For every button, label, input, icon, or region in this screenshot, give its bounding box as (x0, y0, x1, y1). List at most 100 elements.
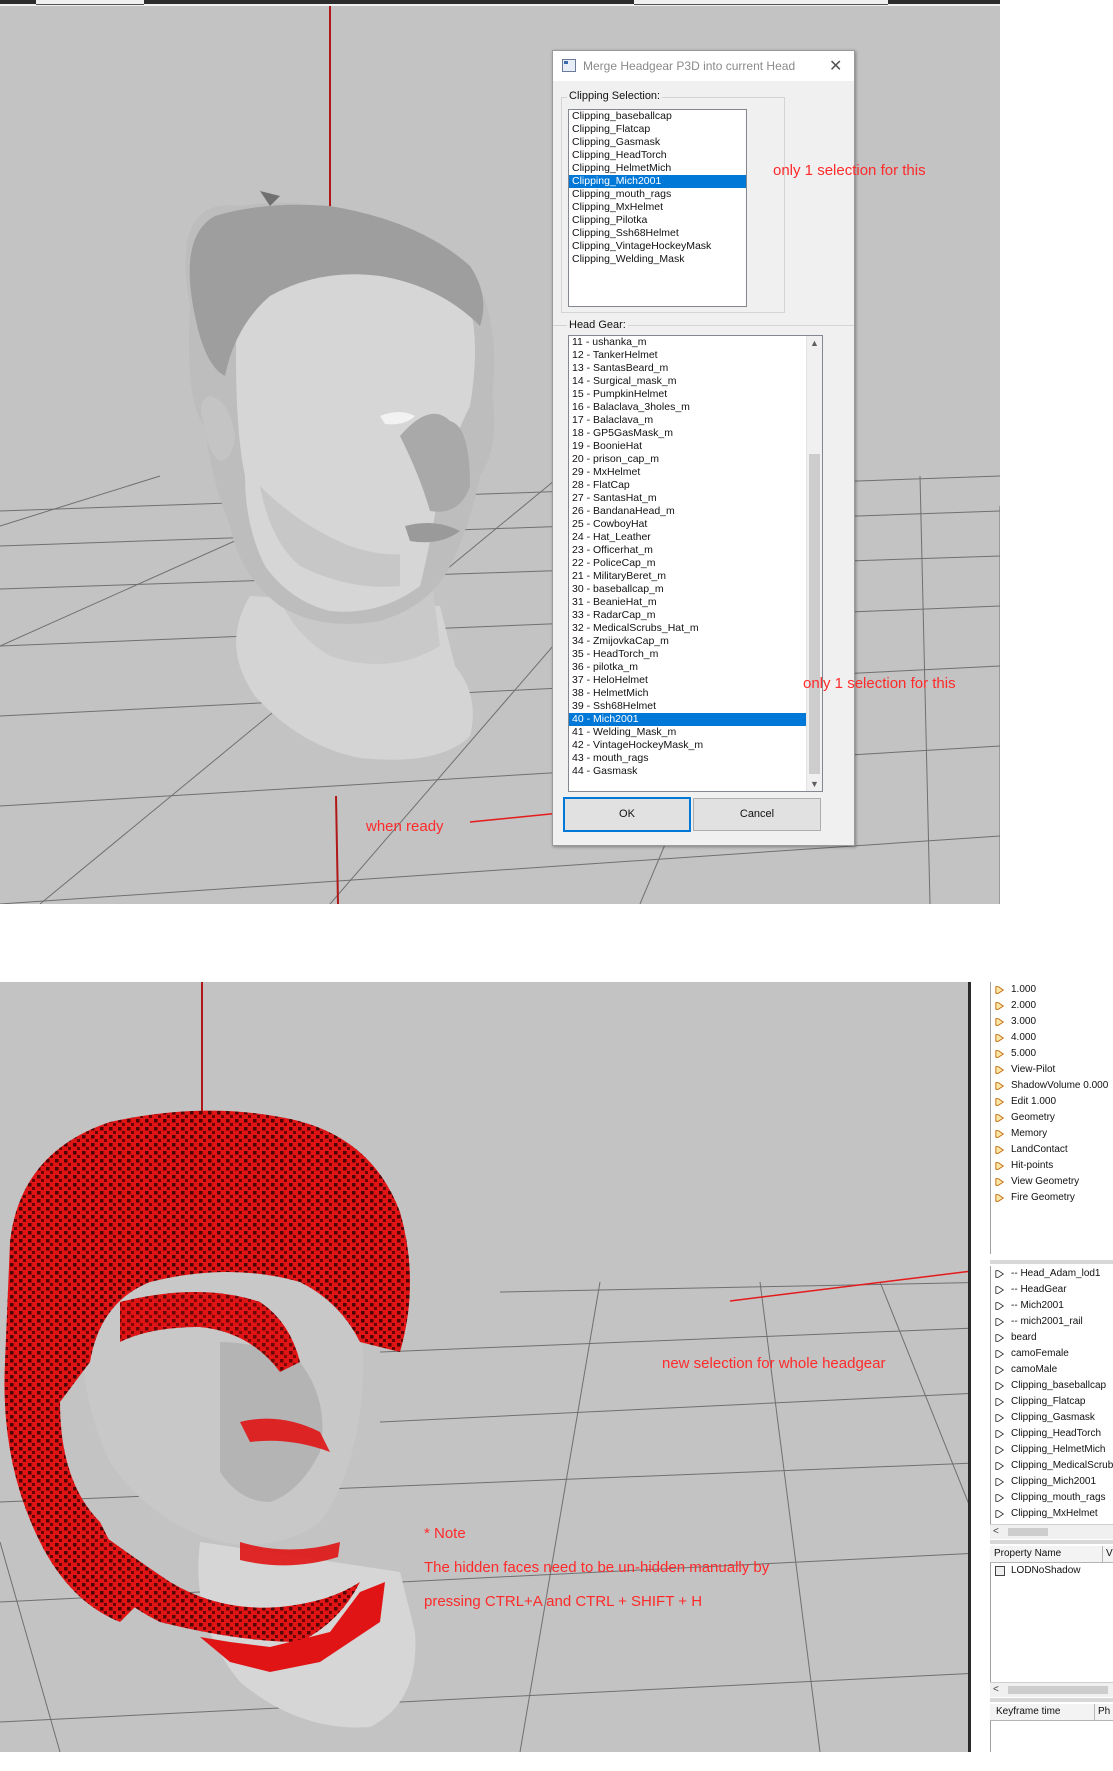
clipping-list-item[interactable]: Clipping_VintageHockeyMask (569, 240, 746, 253)
headgear-list-item[interactable]: 35 - HeadTorch_m (569, 648, 822, 661)
top-viewport[interactable]: Merge Headgear P3D into current Head ✕ C… (0, 6, 1000, 904)
clipping-list-item[interactable]: Clipping_Pilotka (569, 214, 746, 227)
selection-item[interactable]: -- Head_Adam_lod1 (991, 1266, 1113, 1282)
lod-item[interactable]: ShadowVolume 0.000 (991, 1078, 1113, 1094)
property-header[interactable]: Property Name V (990, 1546, 1113, 1563)
property-value-column[interactable]: V (1102, 1546, 1113, 1562)
selection-item[interactable]: Clipping_baseballcap (991, 1378, 1113, 1394)
clipping-list-item[interactable]: Clipping_Welding_Mask (569, 253, 746, 266)
panel-splitter[interactable] (990, 1260, 1113, 1264)
lod-item[interactable]: 2.000 (991, 998, 1113, 1014)
selection-hscroll[interactable]: < (990, 1524, 1113, 1539)
lod-item[interactable]: Hit-points (991, 1158, 1113, 1174)
headgear-list-item[interactable]: 17 - Balaclava_m (569, 414, 822, 427)
headgear-list-item[interactable]: 44 - Gasmask (569, 765, 822, 778)
headgear-list-item[interactable]: 36 - pilotka_m (569, 661, 822, 674)
headgear-list-item[interactable]: 23 - Officerhat_m (569, 544, 822, 557)
lod-item[interactable]: 5.000 (991, 1046, 1113, 1062)
selection-item[interactable]: Clipping_MxHelmet (991, 1506, 1113, 1522)
clipping-list-item[interactable]: Clipping_baseballcap (569, 110, 746, 123)
headgear-list-item[interactable]: 18 - GP5GasMask_m (569, 427, 822, 440)
headgear-list-item[interactable]: 30 - baseballcap_m (569, 583, 822, 596)
keyframe-list[interactable] (990, 1721, 1113, 1752)
headgear-list-item[interactable]: 13 - SantasBeard_m (569, 362, 822, 375)
property-name-column[interactable]: Property Name (990, 1548, 1061, 1559)
headgear-list-item[interactable]: 14 - Surgical_mask_m (569, 375, 822, 388)
lod-item[interactable]: Edit 1.000 (991, 1094, 1113, 1110)
selection-item[interactable]: camoMale (991, 1362, 1113, 1378)
clipping-list-item[interactable]: Clipping_Ssh68Helmet (569, 227, 746, 240)
headgear-list-item[interactable]: 41 - Welding_Mask_m (569, 726, 822, 739)
property-list[interactable]: LODNoShadow (990, 1563, 1113, 1683)
scroll-left-icon[interactable]: < (993, 1683, 999, 1697)
headgear-list-item[interactable]: 22 - PoliceCap_m (569, 557, 822, 570)
dialog-titlebar[interactable]: Merge Headgear P3D into current Head ✕ (553, 51, 854, 81)
selection-item[interactable]: Clipping_Flatcap (991, 1394, 1113, 1410)
clipping-list-item[interactable]: Clipping_Gasmask (569, 136, 746, 149)
scroll-left-icon[interactable]: < (993, 1525, 999, 1539)
headgear-listbox[interactable]: 11 - ushanka_m 12 - TankerHelmet 13 - Sant… (568, 335, 823, 792)
headgear-list-item[interactable]: 27 - SantasHat_m (569, 492, 822, 505)
headgear-list-item[interactable]: 31 - BeanieHat_m (569, 596, 822, 609)
clipping-list-item[interactable]: Clipping_HeadTorch (569, 149, 746, 162)
bottom-viewport[interactable]: new selection for whole headgear * Note … (0, 982, 1000, 1752)
clipping-list-item[interactable]: Clipping_Mich2001 (569, 175, 746, 188)
keyframe-phase-column[interactable]: Ph (1094, 1704, 1110, 1720)
headgear-list-item[interactable]: 12 - TankerHelmet (569, 349, 822, 362)
panel-splitter-2[interactable] (990, 1540, 1113, 1544)
selection-item[interactable]: -- HeadGear (991, 1282, 1113, 1298)
selection-item[interactable]: Clipping_Gasmask (991, 1410, 1113, 1426)
selection-list[interactable]: -- Head_Adam_lod1 -- HeadGear -- Mich2001 -… (990, 1266, 1113, 1536)
selection-item[interactable]: -- Mich2001 (991, 1298, 1113, 1314)
scroll-down-icon[interactable]: ▼ (807, 779, 822, 789)
headgear-list-item[interactable]: 29 - MxHelmet (569, 466, 822, 479)
cancel-button[interactable]: Cancel (693, 798, 821, 831)
lod-item[interactable]: 1.000 (991, 982, 1113, 998)
clipping-list-item[interactable]: Clipping_HelmetMich (569, 162, 746, 175)
clipping-list-item[interactable]: Clipping_MxHelmet (569, 201, 746, 214)
headgear-list-item[interactable]: 39 - Ssh68Helmet (569, 700, 822, 713)
lod-item[interactable]: View-Pilot (991, 1062, 1113, 1078)
lod-item[interactable]: Geometry (991, 1110, 1113, 1126)
headgear-list-item[interactable]: 21 - MilitaryBeret_m (569, 570, 822, 583)
clipping-listbox[interactable]: Clipping_baseballcap Clipping_Flatcap Clip… (568, 109, 747, 307)
selection-item[interactable]: camoFemale (991, 1346, 1113, 1362)
lod-item[interactable]: LandContact (991, 1142, 1113, 1158)
headgear-list-item[interactable]: 26 - BandanaHead_m (569, 505, 822, 518)
lod-item[interactable]: Memory (991, 1126, 1113, 1142)
selection-item[interactable]: Clipping_Mich2001 (991, 1474, 1113, 1490)
headgear-list-item[interactable]: 24 - Hat_Leather (569, 531, 822, 544)
headgear-list-item[interactable]: 34 - ZmijovkaCap_m (569, 635, 822, 648)
headgear-list-item[interactable]: 28 - FlatCap (569, 479, 822, 492)
selection-item[interactable]: Clipping_HelmetMich (991, 1442, 1113, 1458)
headgear-list-item[interactable]: 32 - MedicalScrubs_Hat_m (569, 622, 822, 635)
lod-item[interactable]: View Geometry (991, 1174, 1113, 1190)
headgear-list-item[interactable]: 42 - VintageHockeyMask_m (569, 739, 822, 752)
keyframe-time-column[interactable]: Keyframe time (990, 1706, 1060, 1717)
headgear-list-item[interactable]: 40 - Mich2001 (569, 713, 822, 726)
clipping-list-item[interactable]: Clipping_mouth_rags (569, 188, 746, 201)
panel-splitter-3[interactable] (990, 1698, 1113, 1702)
headgear-list-item[interactable]: 15 - PumpkinHelmet (569, 388, 822, 401)
selection-item[interactable]: Clipping_HeadTorch (991, 1426, 1113, 1442)
scroll-up-icon[interactable]: ▲ (807, 338, 822, 348)
lod-item[interactable]: 3.000 (991, 1014, 1113, 1030)
keyframe-header[interactable]: Keyframe time Ph (990, 1704, 1113, 1721)
property-item[interactable]: LODNoShadow (991, 1563, 1113, 1579)
scroll-thumb[interactable] (809, 454, 820, 774)
headgear-list-item[interactable]: 19 - BoonieHat (569, 440, 822, 453)
headgear-list-item[interactable]: 33 - RadarCap_m (569, 609, 822, 622)
selection-item[interactable]: Clipping_MedicalScrub (991, 1458, 1113, 1474)
headgear-list-item[interactable]: 20 - prison_cap_m (569, 453, 822, 466)
selection-item[interactable]: Clipping_mouth_rags (991, 1490, 1113, 1506)
close-icon[interactable]: ✕ (829, 56, 842, 76)
headgear-list-item[interactable]: 38 - HelmetMich (569, 687, 822, 700)
ok-button[interactable]: OK (563, 797, 691, 832)
headgear-list-item[interactable]: 25 - CowboyHat (569, 518, 822, 531)
headgear-list-item[interactable]: 43 - mouth_rags (569, 752, 822, 765)
selection-item[interactable]: -- mich2001_rail (991, 1314, 1113, 1330)
headgear-list-item[interactable]: 11 - ushanka_m (569, 336, 822, 349)
clipping-list-item[interactable]: Clipping_Flatcap (569, 123, 746, 136)
headgear-list-item[interactable]: 37 - HeloHelmet (569, 674, 822, 687)
selection-item[interactable]: beard (991, 1330, 1113, 1346)
